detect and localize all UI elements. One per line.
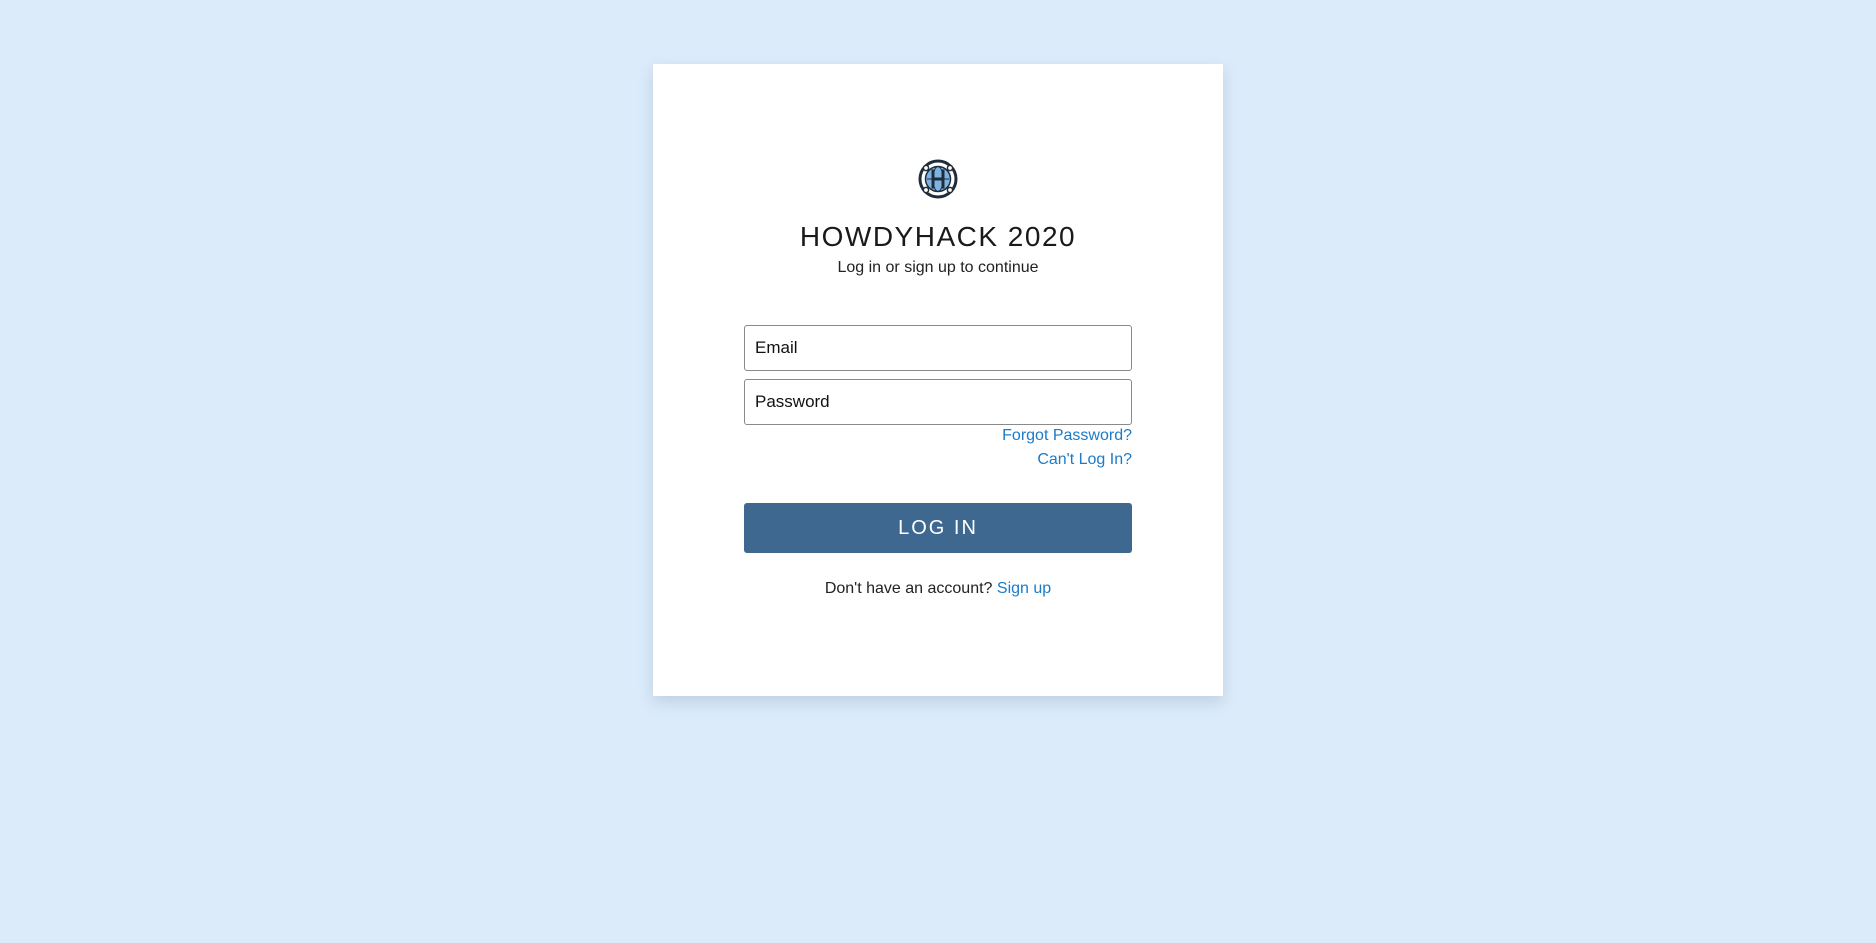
howdyhack-logo-icon — [918, 159, 958, 199]
cant-login-link[interactable]: Can't Log In? — [1037, 450, 1132, 470]
page-title: HOWDYHACK 2020 — [799, 221, 1077, 252]
signup-prompt: Don't have an account? — [824, 580, 993, 597]
password-field[interactable] — [744, 379, 1132, 425]
login-button[interactable]: LOG IN — [744, 503, 1132, 553]
forgot-password-link[interactable]: Forgot Password? — [1002, 426, 1132, 446]
email-field[interactable] — [744, 325, 1132, 371]
page-subtitle: Log in or sign up to continue — [837, 259, 1039, 276]
signup-link[interactable]: Sign up — [997, 580, 1051, 597]
login-card: HOWDYHACK 2020 Log in or sign up to cont… — [653, 64, 1223, 696]
signup-row: Don't have an account? Sign up — [653, 579, 1223, 599]
